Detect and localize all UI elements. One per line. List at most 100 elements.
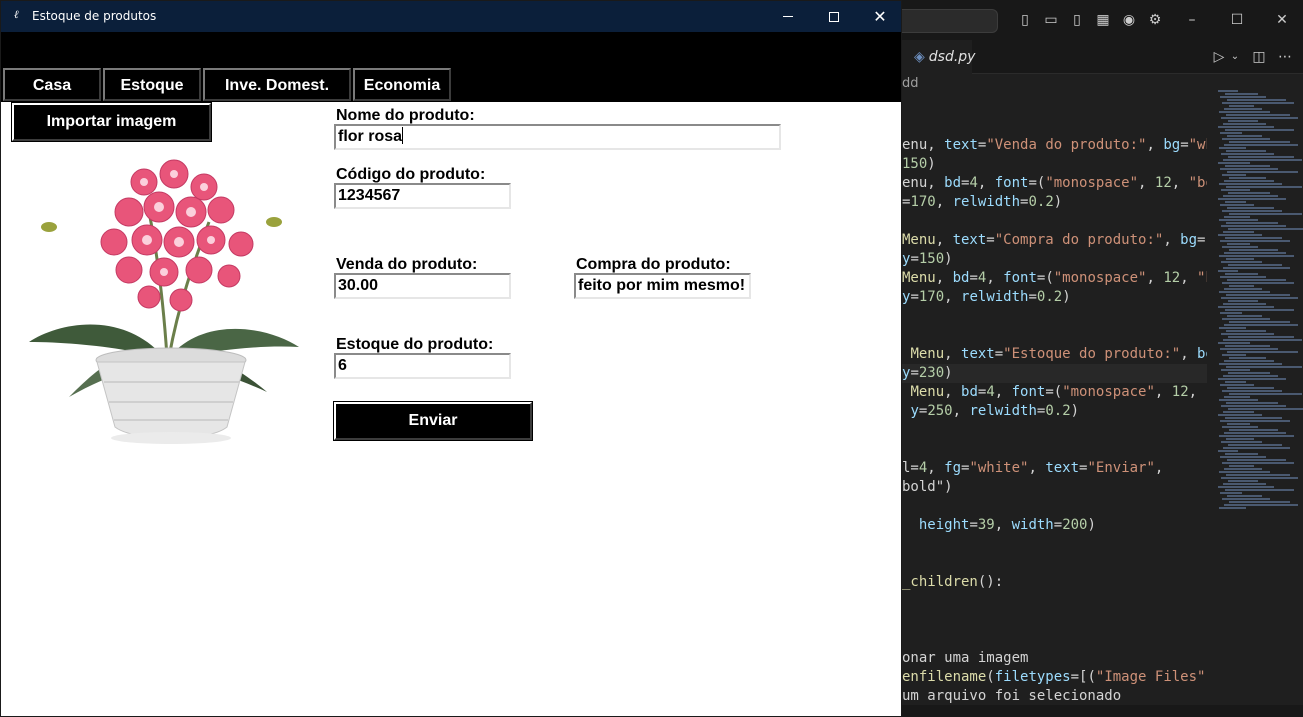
account-icon[interactable]: ◉ bbox=[1120, 11, 1138, 29]
minimap-line bbox=[1223, 231, 1254, 233]
minimap-line bbox=[1227, 351, 1298, 353]
editor-tab[interactable]: ◈ dsd.py bbox=[902, 40, 975, 74]
code-line[interactable]: enfilename(filetypes=[("Image Files", "*… bbox=[902, 668, 1207, 687]
breadcrumb[interactable]: dd bbox=[902, 76, 919, 94]
purchase-input[interactable]: feito por mim mesmo! bbox=[574, 273, 751, 299]
minimap-line bbox=[1224, 468, 1262, 470]
tab-economia[interactable]: Economia bbox=[353, 68, 451, 101]
minimap-line bbox=[1222, 318, 1270, 320]
minimap-line bbox=[1218, 378, 1286, 380]
minimap-line bbox=[1222, 210, 1282, 212]
minimap-line bbox=[1221, 297, 1298, 299]
chevron-down-icon[interactable]: ⌄ bbox=[1226, 48, 1244, 66]
minimap-line bbox=[1220, 492, 1242, 494]
minimap-line bbox=[1225, 273, 1258, 275]
feather-icon: ℓ bbox=[14, 8, 19, 21]
maximize-button[interactable] bbox=[811, 1, 857, 32]
split-editor-icon[interactable]: ◫ bbox=[1250, 48, 1268, 66]
toggle-panel-icon[interactable]: ▭ bbox=[1042, 11, 1060, 29]
code-line[interactable]: height=39, width=200) bbox=[902, 516, 1096, 535]
code-line[interactable]: y=170, relwidth=0.2) bbox=[902, 288, 1071, 307]
minimap-line bbox=[1223, 267, 1290, 269]
minimap-line bbox=[1226, 366, 1302, 368]
minimap-line bbox=[1221, 153, 1274, 155]
minimap-line bbox=[1220, 420, 1290, 422]
stock-input[interactable]: 6 bbox=[334, 353, 511, 379]
minimap-line bbox=[1228, 408, 1303, 410]
minimap-line bbox=[1221, 261, 1262, 263]
minimap-line bbox=[1229, 393, 1302, 395]
tab-inve-domest[interactable]: Inve. Domest. bbox=[203, 68, 351, 101]
minimap-line bbox=[1225, 129, 1294, 131]
minimap-line bbox=[1226, 150, 1266, 152]
minimap-line bbox=[1225, 237, 1282, 239]
code-line[interactable]: Menu, bd=4, font=("monospace", 12, "bolc bbox=[902, 383, 1207, 402]
code-line[interactable]: y=150) bbox=[902, 250, 953, 269]
vscode-command-center[interactable] bbox=[902, 9, 998, 33]
product-image bbox=[29, 159, 299, 444]
minimap-line bbox=[1218, 198, 1286, 200]
toggle-primary-sidebar-icon[interactable]: ▯ bbox=[1016, 11, 1034, 29]
minimize-icon bbox=[783, 16, 793, 17]
code-line[interactable]: onar uma imagem bbox=[902, 649, 1028, 668]
window-titlebar[interactable]: ℓ Estoque de produtos ✕ bbox=[1, 1, 901, 32]
code-line[interactable]: y=230) bbox=[902, 364, 1207, 383]
code-line[interactable]: enu, bd=4, font=("monospace", 12, "bold"… bbox=[902, 174, 1207, 193]
minimap-line bbox=[1220, 96, 1266, 98]
close-icon[interactable]: ✕ bbox=[1273, 11, 1291, 29]
code-line[interactable]: Menu, bd=4, font=("monospace", 12, "bold… bbox=[902, 269, 1207, 288]
minimap-line bbox=[1229, 321, 1290, 323]
minimap-line bbox=[1221, 441, 1262, 443]
minimap-line bbox=[1222, 174, 1246, 176]
code-line[interactable]: =170, relwidth=0.2) bbox=[902, 193, 1062, 212]
minimap-line bbox=[1219, 147, 1246, 149]
minimap-line bbox=[1219, 111, 1270, 113]
product-code-input[interactable]: 1234567 bbox=[334, 183, 511, 209]
minimap-line bbox=[1225, 345, 1270, 347]
minimap-line bbox=[1221, 117, 1298, 119]
code-line[interactable]: 150) bbox=[902, 155, 936, 174]
code-line[interactable]: _children(): bbox=[902, 573, 1003, 592]
minimap-line bbox=[1220, 168, 1278, 170]
minimap-line bbox=[1226, 330, 1266, 332]
toggle-secondary-sidebar-icon[interactable]: ▯ bbox=[1068, 11, 1086, 29]
code-line[interactable]: enu, text="Venda do produto:", bg="white… bbox=[902, 136, 1207, 155]
minimap-line bbox=[1229, 429, 1278, 431]
code-line[interactable]: y=250, relwidth=0.2) bbox=[902, 402, 1079, 421]
minimap-line bbox=[1223, 303, 1266, 305]
import-image-button[interactable]: Importar imagem bbox=[11, 102, 212, 142]
submit-button[interactable]: Enviar bbox=[333, 401, 533, 441]
minimap-line bbox=[1226, 402, 1278, 404]
code-line[interactable]: Menu, text="Compra do produto:", bg="whi… bbox=[902, 231, 1207, 250]
minimap-line bbox=[1223, 159, 1302, 161]
tab-casa[interactable]: Casa bbox=[3, 68, 101, 101]
minimap-line bbox=[1227, 423, 1250, 425]
tab-estoque[interactable]: Estoque bbox=[103, 68, 201, 101]
product-name-input[interactable]: flor rosa bbox=[334, 124, 781, 150]
minimap-line bbox=[1219, 291, 1270, 293]
stock-label: Estoque do produto: bbox=[336, 336, 494, 353]
minimize-button[interactable] bbox=[765, 1, 811, 32]
minimap-line bbox=[1224, 432, 1286, 434]
minimap-line bbox=[1226, 474, 1290, 476]
customize-layout-icon[interactable]: ▦ bbox=[1094, 11, 1112, 29]
code-line[interactable]: um arquivo foi selecionado bbox=[902, 687, 1121, 706]
gear-icon[interactable]: ⚙ bbox=[1146, 11, 1164, 29]
minimize-icon[interactable]: – bbox=[1183, 11, 1201, 29]
close-button[interactable]: ✕ bbox=[857, 1, 903, 32]
code-line[interactable]: bold") bbox=[902, 478, 953, 497]
code-line[interactable]: l=4, fg="white", text="Enviar", bbox=[902, 459, 1163, 478]
product-code-label: Código do produto: bbox=[336, 166, 486, 183]
minimap[interactable] bbox=[1210, 90, 1303, 520]
menu-bar: Casa Estoque Inve. Domest. Economia bbox=[1, 32, 901, 102]
code-line[interactable]: Menu, text="Estoque do produto:", bg="wh bbox=[902, 345, 1207, 364]
purchase-label: Compra do produto: bbox=[576, 256, 731, 273]
code-editor[interactable]: enu, text="Venda do produto:", bg="white… bbox=[902, 136, 1207, 717]
maximize-icon[interactable]: ☐ bbox=[1228, 11, 1246, 29]
more-actions-icon[interactable]: ⋯ bbox=[1276, 48, 1294, 66]
minimap-line bbox=[1221, 333, 1274, 335]
sale-price-input[interactable]: 30.00 bbox=[334, 273, 511, 299]
minimap-line bbox=[1218, 486, 1274, 488]
minimap-line bbox=[1220, 132, 1242, 134]
minimap-line bbox=[1224, 288, 1262, 290]
